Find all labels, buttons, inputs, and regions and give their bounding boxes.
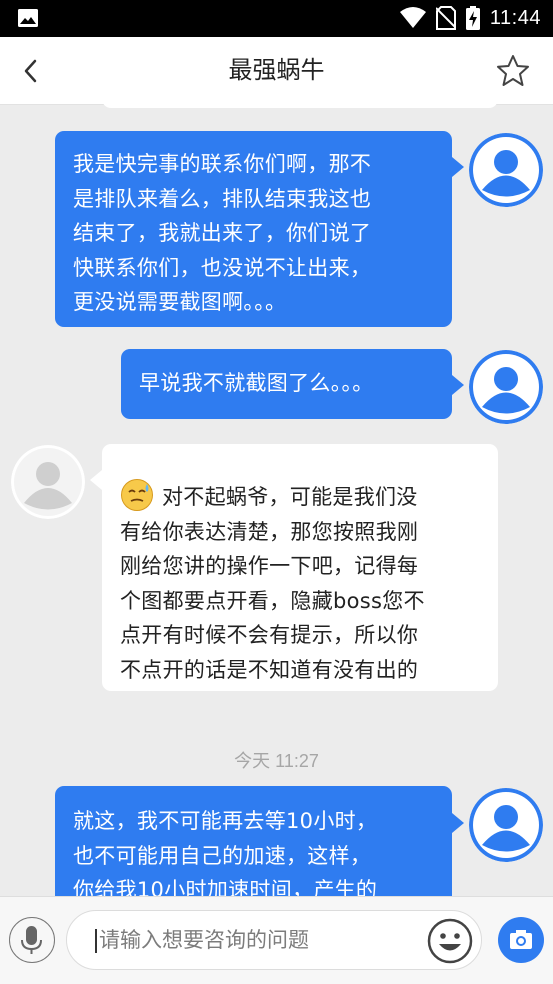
question-input[interactable]: 请输入想要咨询的问题 <box>66 910 482 970</box>
message-timestamp: 今天 11:27 <box>234 751 319 771</box>
wifi-icon <box>399 7 426 28</box>
message-bubble-outgoing[interactable]: 就这，我不可能再去等10小时， 也不可能用自己的加速，这样， 你给我10小时加速… <box>55 786 452 896</box>
message-line: 早说我不就截图了么。。。 <box>139 371 374 395</box>
chat-header: 最强蜗牛 <box>0 37 553 105</box>
status-bar: 11:44 <box>0 0 553 37</box>
image-notification-icon <box>18 9 38 27</box>
camera-button[interactable] <box>498 917 544 963</box>
text-caret <box>95 929 97 953</box>
message-line: 更没说需要截图啊。。。 <box>73 290 287 314</box>
message-line: 不点开的话是不知道有没有出的 <box>120 657 419 682</box>
message-bubble-outgoing[interactable]: 我是快完事的联系你们啊，那不 是排队来着么，排队结束我这也 结束了，我就出来了，… <box>55 131 452 327</box>
camera-icon <box>510 930 532 949</box>
input-placeholder: 请输入想要咨询的问题 <box>99 928 309 952</box>
bubble-tail <box>452 157 464 177</box>
message-line: 我是快完事的联系你们啊，那不 <box>73 152 372 176</box>
message-line: 就这，我不可能再去等10小时， <box>73 809 378 833</box>
message-line: 结束了，我就出来了，你们说了 <box>73 221 372 245</box>
message-line: 点开有时候不会有提示，所以你 <box>120 623 419 647</box>
message-line: 也不可能用自己的加速，这样， <box>73 843 372 868</box>
message-line: 刚给您讲的操作一下吧，记得每 <box>120 554 419 578</box>
message-input-bar: 请输入想要咨询的问题 <box>0 896 553 984</box>
user-avatar[interactable] <box>469 133 543 207</box>
chat-message-list[interactable]: 我是快完事的联系你们啊，那不 是排队来着么，排队结束我这也 结束了，我就出来了，… <box>0 104 553 896</box>
message-line: 是排队来着么，排队结束我这也 <box>73 186 372 211</box>
message-bubble-outgoing[interactable]: 早说我不就截图了么。。。 <box>121 349 452 419</box>
message-line: 快联系你们，也没说不让出来， <box>73 255 372 280</box>
emoji-picker-icon[interactable] <box>426 917 474 965</box>
no-sim-icon <box>435 6 456 30</box>
message-line: 你给我10小时加速时间，产生的 <box>73 878 378 896</box>
page-title: 最强蜗牛 <box>228 56 325 84</box>
bubble-tail <box>452 375 464 395</box>
previous-message-bubble <box>102 104 498 108</box>
battery-charging-icon <box>465 6 480 30</box>
bubble-tail <box>90 470 102 490</box>
favorite-star-icon[interactable] <box>495 53 531 89</box>
user-avatar[interactable] <box>469 788 543 862</box>
message-bubble-incoming[interactable]: 对不起蜗爷，可能是我们没 有给你表达清楚，那您按照我刚 刚给您讲的操作一下吧，记… <box>102 444 498 691</box>
bubble-tail <box>452 813 464 833</box>
status-time: 11:44 <box>489 6 541 29</box>
message-line: 对不起蜗爷，可能是我们没 <box>120 478 498 515</box>
message-line: 个图都要点开看，隐藏boss您不 <box>120 588 425 613</box>
sweat-smile-emoji-icon <box>121 479 153 511</box>
user-avatar[interactable] <box>469 350 543 424</box>
message-line: 有给你表达清楚，那您按照我刚 <box>120 519 419 544</box>
agent-avatar[interactable] <box>11 445 85 519</box>
microphone-icon <box>21 926 42 954</box>
voice-input-button[interactable] <box>9 917 55 963</box>
